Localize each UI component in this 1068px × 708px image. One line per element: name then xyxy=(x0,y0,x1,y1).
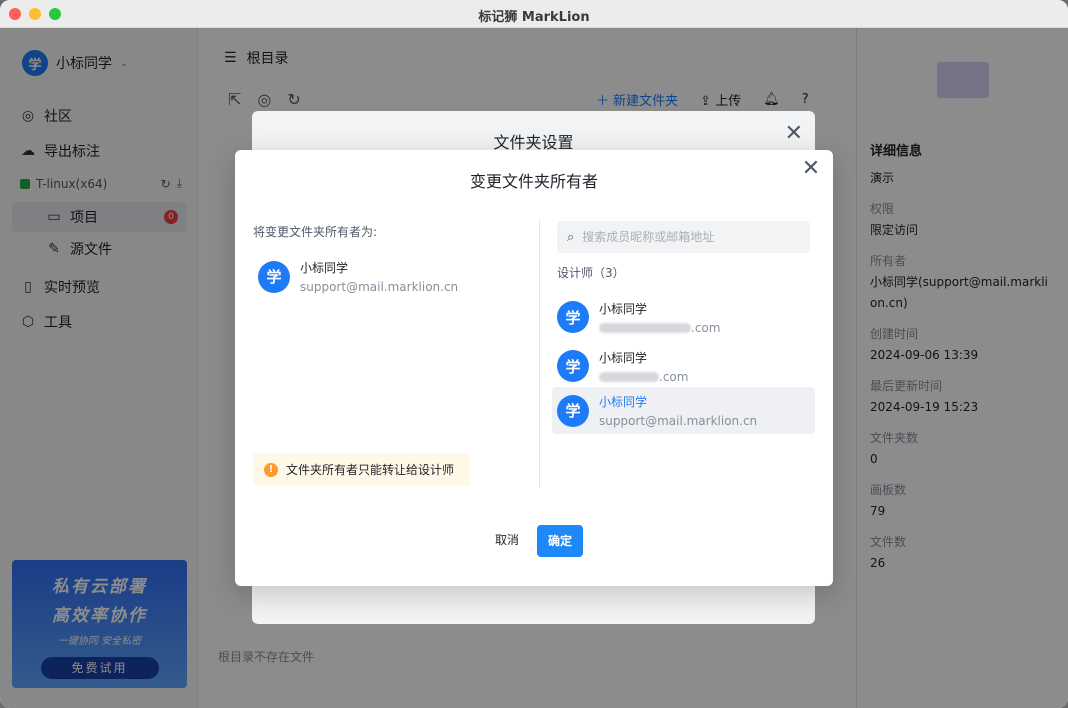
close-icon[interactable]: ✕ xyxy=(785,121,803,146)
warning-text: 文件夹所有者只能转让给设计师 xyxy=(286,463,455,477)
cancel-button[interactable]: 取消 xyxy=(487,525,527,555)
title-bar: 标记狮 MarkLion xyxy=(0,0,1068,28)
member-name: 小标同学 xyxy=(599,301,648,316)
change-owner-dialog: 变更文件夹所有者 ✕ 将变更文件夹所有者为: 学 小标同学 support@ma… xyxy=(235,150,833,586)
search-icon: ⌕ xyxy=(567,229,575,245)
member-name: 小标同学 xyxy=(599,395,648,409)
avatar: 学 xyxy=(557,394,589,427)
warning-icon: ! xyxy=(264,462,278,477)
list-item-selected[interactable]: 学 小标同学 support@mail.marklion.cn xyxy=(552,387,815,434)
member-name: 小标同学 xyxy=(599,350,648,365)
avatar: 学 xyxy=(557,301,589,333)
member-search[interactable]: ⌕ xyxy=(557,221,810,253)
member-email: .com xyxy=(599,370,688,384)
member-email: support@mail.marklion.cn xyxy=(599,414,758,428)
confirm-button[interactable]: 确定 xyxy=(537,525,583,557)
avatar: 学 xyxy=(557,350,589,382)
member-name: 小标同学 xyxy=(300,261,349,275)
app-window: 标记狮 MarkLion 学 小标同学 ⌄ ◎ 社区 ☁ 导出标注 T-linu… xyxy=(0,0,1068,708)
group-label: 设计师（3） xyxy=(557,266,625,280)
warning-notice: ! 文件夹所有者只能转让给设计师 xyxy=(253,453,470,486)
window-title: 标记狮 MarkLion xyxy=(478,10,590,25)
email-suffix: .com xyxy=(659,369,689,384)
list-item[interactable]: 学 小标同学 .com xyxy=(557,296,815,338)
divider xyxy=(539,220,540,488)
new-owner-label: 将变更文件夹所有者为: xyxy=(253,225,378,239)
email-suffix: .com xyxy=(691,320,721,335)
list-item[interactable]: 学 小标同学 .com xyxy=(557,345,815,387)
member-email: support@mail.marklion.cn xyxy=(300,280,459,294)
avatar: 学 xyxy=(258,260,290,293)
member-email: .com xyxy=(599,321,720,335)
close-icon[interactable]: ✕ xyxy=(799,158,823,182)
dialog-title: 变更文件夹所有者 xyxy=(469,172,598,191)
current-new-owner: 学 小标同学 support@mail.marklion.cn xyxy=(258,259,458,294)
search-input[interactable] xyxy=(582,230,793,244)
